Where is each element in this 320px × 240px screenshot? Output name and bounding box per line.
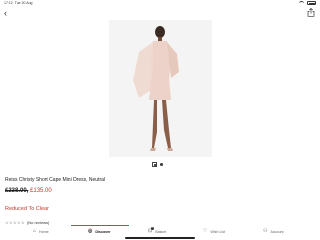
status-date: Tue 20 Aug (14, 1, 33, 5)
active-tab-indicator (71, 225, 129, 226)
sale-price: £135.00 (30, 188, 52, 194)
battery-icon (307, 1, 316, 5)
tab-label: Home (39, 229, 49, 234)
product-image[interactable] (109, 20, 212, 157)
carousel-dot-active[interactable] (152, 162, 157, 167)
status-time: 17:12 Tue 20 Aug (4, 1, 33, 5)
tab-basket[interactable]: ⊡ 2 Basket (148, 227, 167, 234)
heart-icon: ♡ (203, 228, 208, 234)
tab-account[interactable]: ⚇ Account (263, 229, 283, 234)
basket-count-badge: 2 (151, 227, 155, 230)
carousel-indicator[interactable] (152, 162, 163, 167)
status-bar: 17:12 Tue 20 Aug (0, 0, 320, 7)
share-icon[interactable] (307, 8, 315, 17)
account-icon: ⚇ (263, 228, 268, 234)
back-button[interactable]: ‹ (4, 8, 7, 18)
status-indicators (299, 1, 316, 5)
tab-label: Discover (95, 229, 111, 234)
tab-label: Wish List (210, 229, 226, 234)
discover-icon: ◎ (88, 228, 93, 234)
tab-home[interactable]: ⌂ Home (33, 229, 49, 234)
sale-label: Reduced To Clear (5, 206, 49, 212)
nav-bar: ‹ (0, 7, 320, 19)
tab-label: Basket (155, 229, 167, 234)
tab-discover[interactable]: ◎ Discover (88, 229, 111, 234)
wifi-icon (299, 1, 304, 5)
tab-wish-list[interactable]: ♡ Wish List (203, 229, 225, 234)
price-row: £238.00, £135.00 (5, 188, 52, 194)
product-photo (109, 20, 212, 157)
product-title: Reiss Christy Short Cape Mini Dress, Neu… (5, 177, 106, 183)
carousel-dot[interactable] (160, 163, 163, 166)
original-price: £238.00, (5, 188, 29, 194)
tab-label: Account (270, 229, 284, 234)
basket-icon: ⊡ 2 (148, 227, 155, 234)
status-clock: 17:12 (4, 1, 13, 5)
home-icon: ⌂ (33, 228, 37, 234)
home-indicator (125, 237, 195, 239)
